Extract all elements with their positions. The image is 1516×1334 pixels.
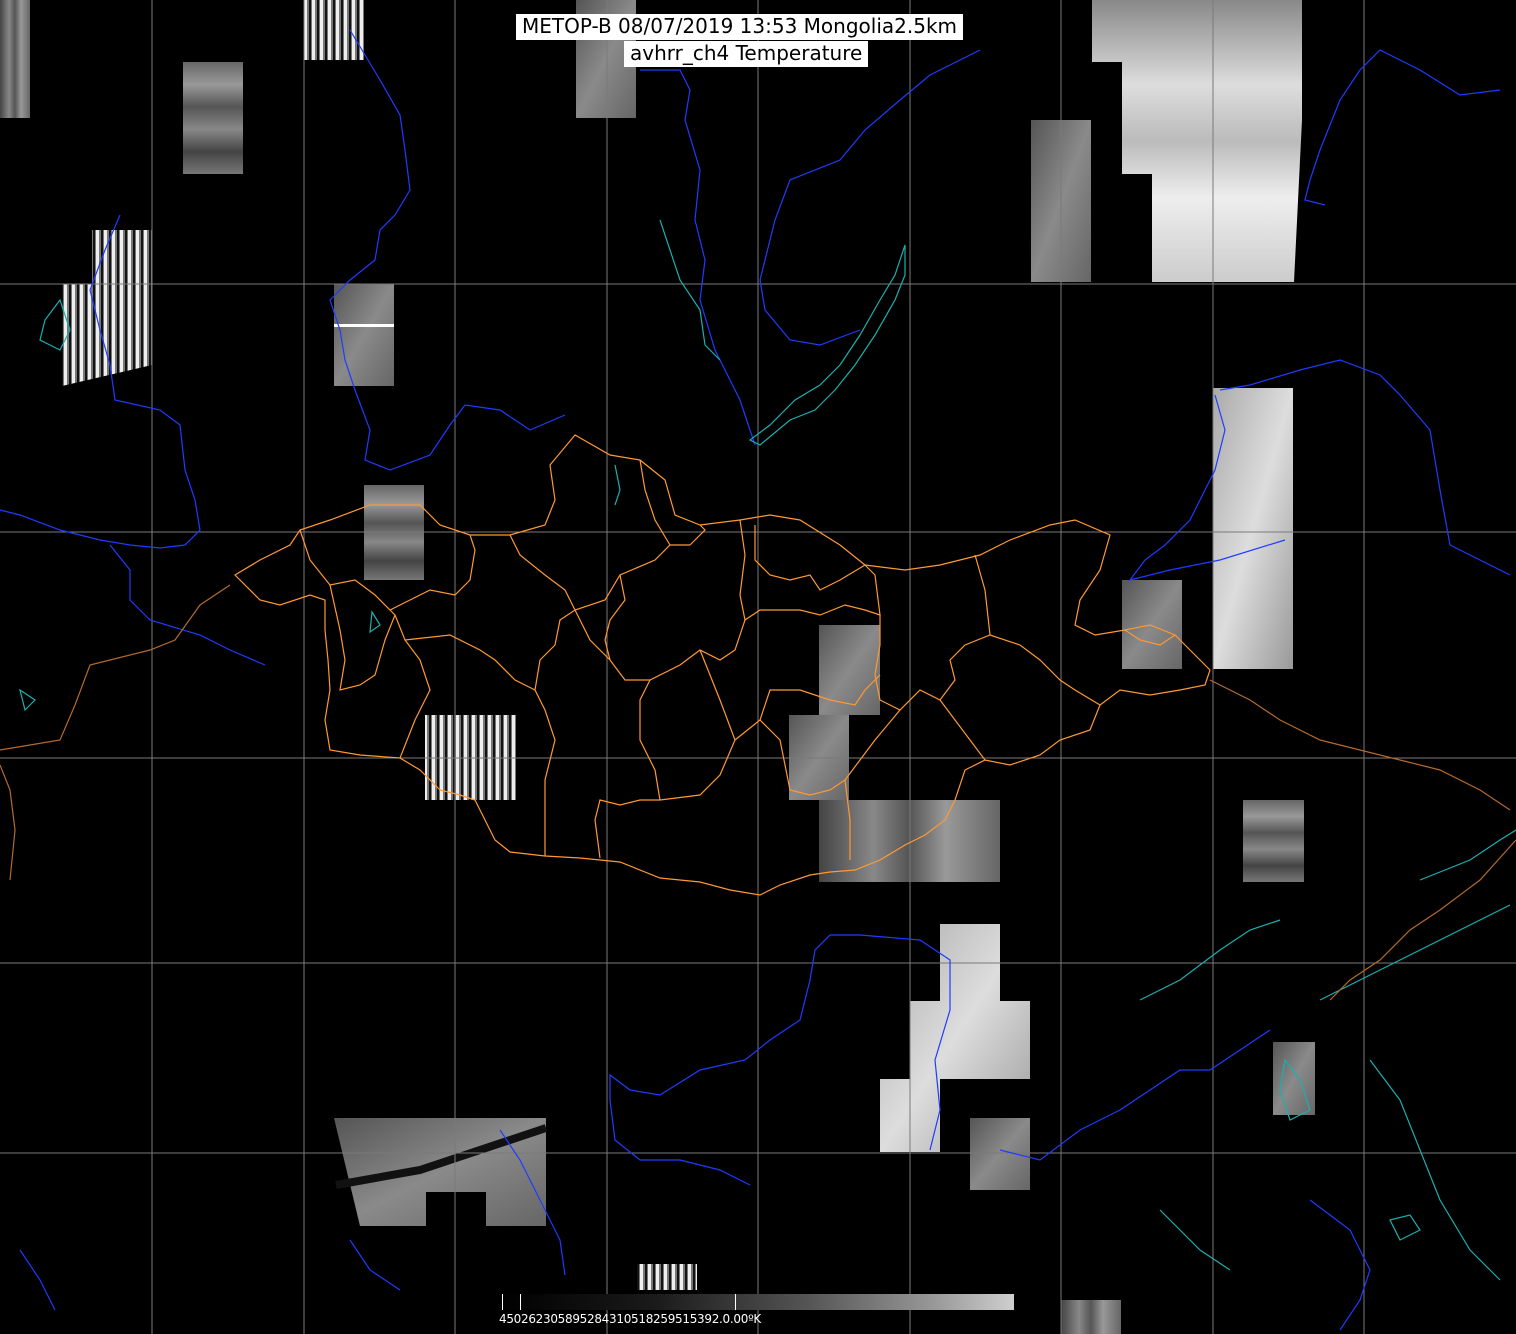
province-border (404, 544, 690, 691)
province-border (574, 519, 746, 681)
temperature-colorbar (500, 1294, 1014, 1310)
coastline (0, 214, 201, 549)
coastline (1304, 49, 1501, 206)
coast-detail (1319, 904, 1511, 1001)
data-patch (1243, 800, 1304, 882)
data-patch (62, 230, 152, 386)
data-patch (1092, 0, 1302, 282)
lakes (19, 219, 1516, 1281)
data-patch (334, 324, 394, 327)
coast-detail (1369, 1059, 1501, 1281)
province-border (844, 709, 901, 781)
map-title: METOP-B 08/07/2019 13:53 Mongolia2.5km (516, 14, 964, 40)
province-border (604, 574, 626, 661)
border-line (0, 584, 231, 751)
satellite-data-patches (0, 0, 1315, 1334)
coastline (999, 1029, 1271, 1161)
data-patch (334, 1118, 546, 1226)
border-line (1209, 679, 1511, 811)
province-border (754, 525, 866, 591)
border-line (0, 764, 16, 881)
province-border (689, 524, 706, 546)
colorbar-tick (502, 1294, 503, 1310)
coast-detail (1159, 1209, 1231, 1271)
province-border (659, 649, 736, 801)
data-patch (819, 625, 880, 715)
province-border (394, 614, 431, 759)
province-border (594, 799, 660, 859)
river (659, 219, 721, 361)
lake (19, 688, 36, 712)
coastline (1309, 1199, 1371, 1331)
colorbar-labels: 450262305895284310518259515392.0.00ºK (499, 1312, 762, 1326)
data-patch (0, 0, 30, 118)
coastline (759, 49, 981, 346)
coastline (349, 1239, 401, 1291)
coastline (19, 1249, 56, 1311)
data-patch (637, 1264, 697, 1290)
data-patch (183, 62, 243, 174)
province-border (329, 584, 396, 691)
data-patch (1273, 1042, 1315, 1115)
lake (369, 610, 381, 634)
province-border (534, 689, 556, 856)
data-patch (334, 284, 394, 386)
data-patch (1122, 580, 1182, 669)
satellite-map (0, 0, 1516, 1334)
data-patch (970, 1118, 1030, 1190)
lake-baikal (748, 244, 906, 446)
province-border (874, 615, 991, 711)
coast-detail (1139, 919, 1281, 1001)
province-border (939, 699, 986, 761)
province-border (744, 564, 881, 621)
data-patch (304, 0, 364, 60)
colorbar-tick (735, 1294, 736, 1310)
colorbar-tick (520, 1294, 521, 1310)
coastline (329, 29, 566, 471)
coastline (109, 544, 266, 666)
border-line (1329, 839, 1516, 1001)
province-border (639, 679, 661, 801)
lake (1389, 1214, 1421, 1241)
coast-detail (1419, 829, 1516, 881)
data-patch (880, 924, 1030, 1152)
data-patch (1061, 1300, 1121, 1334)
coastline (640, 69, 756, 446)
province-border (509, 534, 576, 611)
map-subtitle: avhrr_ch4 Temperature (624, 41, 869, 67)
lake (614, 464, 621, 506)
province-border (974, 554, 1101, 706)
